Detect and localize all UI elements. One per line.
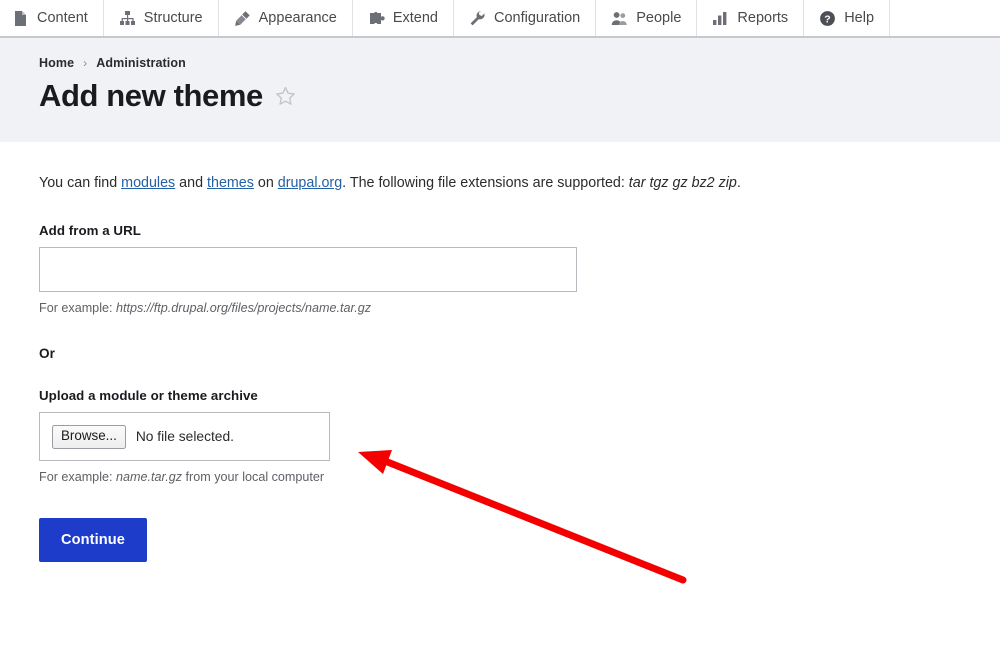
title-row: Add new theme (39, 78, 1000, 114)
link-drupal-org[interactable]: drupal.org (278, 175, 342, 191)
upload-field-group: Upload a module or theme archive Browse.… (39, 388, 1000, 487)
breadcrumb: Home › Administration (39, 56, 1000, 70)
document-icon (12, 10, 29, 27)
toolbar-item-extend[interactable]: Extend (353, 0, 454, 36)
toolbar-item-structure[interactable]: Structure (104, 0, 219, 36)
paintbrush-icon (234, 10, 251, 27)
browse-button[interactable]: Browse... (52, 425, 126, 449)
file-input-container[interactable]: Browse... No file selected. (39, 412, 330, 461)
toolbar-item-help[interactable]: ? Help (804, 0, 890, 36)
url-field-description: For example: https://ftp.drupal.org/file… (39, 300, 1000, 318)
admin-toolbar: Content Structure Appe (0, 0, 1000, 38)
url-desc-prefix: For example: (39, 301, 116, 315)
intro-prefix: You can find (39, 175, 121, 191)
url-field-group: Add from a URL For example: https://ftp.… (39, 223, 1000, 318)
toolbar-item-label: Content (37, 10, 88, 26)
toolbar-item-label: Configuration (494, 10, 580, 26)
breadcrumb-link-home[interactable]: Home (39, 56, 74, 70)
link-modules[interactable]: modules (121, 175, 175, 191)
svg-text:?: ? (824, 13, 830, 25)
upload-field-description: For example: name.tar.gz from your local… (39, 469, 1000, 487)
breadcrumb-link-administration[interactable]: Administration (96, 56, 186, 70)
url-desc-example: https://ftp.drupal.org/files/projects/na… (116, 301, 371, 315)
breadcrumb-separator-icon: › (83, 56, 87, 70)
toolbar-item-content[interactable]: Content (0, 0, 104, 36)
toolbar-item-label: Structure (144, 10, 203, 26)
toolbar-item-people[interactable]: People (596, 0, 697, 36)
upload-desc-example: name.tar.gz (116, 470, 182, 484)
puzzle-piece-icon (368, 10, 385, 27)
file-status-text: No file selected. (136, 429, 234, 444)
wrench-icon (469, 10, 486, 27)
star-outline-icon[interactable] (275, 86, 296, 112)
supported-extensions: tar tgz gz bz2 zip (629, 175, 737, 191)
question-circle-icon: ? (819, 10, 836, 27)
bar-chart-icon (712, 10, 729, 27)
intro-period: . (737, 175, 741, 191)
intro-on: on (254, 175, 278, 191)
people-icon (611, 10, 628, 27)
toolbar-item-configuration[interactable]: Configuration (454, 0, 596, 36)
page-header-band: Home › Administration Add new theme (0, 38, 1000, 142)
toolbar-item-appearance[interactable]: Appearance (219, 0, 353, 36)
toolbar-item-label: Reports (737, 10, 788, 26)
toolbar-item-label: Help (844, 10, 874, 26)
url-field-label: Add from a URL (39, 223, 1000, 238)
toolbar-item-reports[interactable]: Reports (697, 0, 804, 36)
upload-field-label: Upload a module or theme archive (39, 388, 1000, 403)
continue-button[interactable]: Continue (39, 518, 147, 562)
intro-suffix: . The following file extensions are supp… (342, 175, 629, 191)
intro-text: You can find modules and themes on drupa… (39, 173, 1000, 194)
url-input[interactable] (39, 247, 577, 292)
upload-desc-suffix: from your local computer (182, 470, 324, 484)
toolbar-item-label: People (636, 10, 681, 26)
upload-desc-prefix: For example: (39, 470, 116, 484)
sitemap-icon (119, 10, 136, 27)
toolbar-item-label: Extend (393, 10, 438, 26)
link-themes[interactable]: themes (207, 175, 254, 191)
toolbar-item-label: Appearance (259, 10, 337, 26)
intro-mid: and (175, 175, 207, 191)
main-content: You can find modules and themes on drupa… (0, 142, 1000, 562)
page-title: Add new theme (39, 78, 263, 114)
or-separator-label: Or (39, 346, 1000, 361)
